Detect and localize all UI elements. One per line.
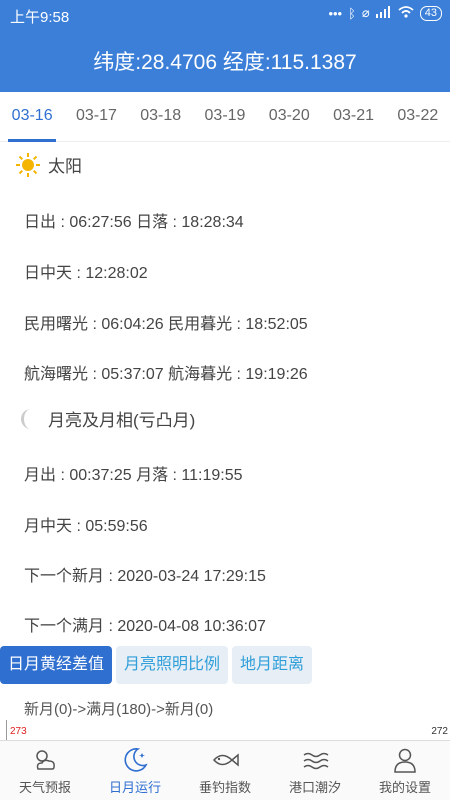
tab-moon-illumination[interactable]: 月亮照明比例: [116, 646, 229, 684]
nav-fishing[interactable]: 垂钓指数: [180, 741, 270, 800]
bluetooth-icon: ᛒ: [348, 5, 356, 21]
fish-icon: [212, 753, 239, 767]
tab-earth-moon-distance[interactable]: 地月距离: [232, 646, 313, 684]
nav-fishing-label: 垂钓指数: [198, 780, 251, 795]
chart-label-left: 273: [10, 726, 27, 737]
moon-phase-icon: [16, 407, 40, 431]
chart-tabs: 日月黄经差值 月亮照明比例 地月距离: [0, 646, 313, 684]
weather-icon: [36, 750, 55, 770]
status-time: 上午9:58: [10, 9, 70, 26]
alarm-icon: ⌀: [361, 5, 370, 20]
tab-date-0321[interactable]: 03-21: [321, 92, 385, 141]
status-icons: ••• ᛒ ⌀ 43: [328, 5, 442, 21]
location-header: 纬度:28.4706 经度:115.1387: [0, 30, 450, 92]
sun-title: 太阳: [48, 157, 82, 176]
wifi-icon: [398, 5, 414, 21]
nav-settings[interactable]: 我的设置: [360, 741, 450, 800]
moon-title: 月亮及月相(亏凸月): [48, 411, 196, 430]
next-new-moon: 下一个新月 : 2020-03-24 17:29:15: [24, 568, 266, 585]
user-icon: [394, 748, 416, 773]
tab-date-0319[interactable]: 03-19: [193, 92, 257, 141]
tab-date-0320[interactable]: 03-20: [257, 92, 321, 141]
next-full-moon: 下一个满月 : 2020-04-08 10:36:07: [24, 618, 266, 635]
tab-date-0317[interactable]: 03-17: [64, 92, 128, 141]
date-tabs: 03-16 03-17 03-18 03-19 03-20 03-21 03-2…: [0, 92, 450, 142]
tab-date-0322[interactable]: 03-22: [386, 92, 450, 141]
nav-sun-moon-label: 日月运行: [108, 780, 161, 795]
coordinates-title: 纬度:28.4706 经度:115.1387: [93, 51, 357, 74]
nav-weather-label: 天气预报: [18, 780, 71, 795]
civil-twilight: 民用曙光 : 06:04:26 民用暮光 : 18:52:05: [24, 316, 308, 333]
nav-tide-label: 港口潮汐: [288, 780, 341, 795]
signal-icon: [375, 5, 392, 21]
sunrise-sunset: 日出 : 06:27:56 日落 : 18:28:34: [24, 214, 244, 231]
sun-section-title: 太阳: [16, 152, 82, 177]
battery-indicator: 43: [419, 5, 442, 21]
moon-section-title: 月亮及月相(亏凸月): [16, 406, 195, 431]
solar-noon: 日中天 : 12:28:02: [24, 265, 148, 282]
nav-tide[interactable]: 港口潮汐: [270, 741, 360, 800]
chart-caption: 新月(0)->满月(180)->新月(0): [24, 701, 214, 718]
moon-icon: [124, 748, 148, 772]
nav-weather[interactable]: 天气预报: [0, 741, 90, 800]
more-dots-icon: •••: [328, 5, 343, 21]
tide-icon: [303, 752, 329, 770]
chart-area: 273 272: [0, 720, 450, 740]
moonrise-moonset: 月出 : 00:37:25 月落 : 11:19:55: [24, 467, 243, 484]
bottom-nav: 天气预报 日月运行 垂钓指数 港口潮汐 我的设置: [0, 740, 450, 800]
sun-icon: [16, 152, 40, 177]
nav-settings-label: 我的设置: [378, 780, 431, 795]
nautical-twilight: 航海曙光 : 05:37:07 航海暮光 : 19:19:26: [24, 366, 308, 383]
status-bar: 上午9:58 ••• ᛒ ⌀ 43: [0, 0, 450, 30]
nav-sun-moon[interactable]: 日月运行: [90, 741, 180, 800]
moon-transit: 月中天 : 05:59:56: [24, 518, 148, 535]
chart-label-right: 272: [431, 726, 448, 737]
tab-date-0318[interactable]: 03-18: [129, 92, 193, 141]
tab-date-0316[interactable]: 03-16: [0, 92, 64, 142]
chart-axis: [6, 720, 7, 740]
tab-ecliptic-longitude-diff[interactable]: 日月黄经差值: [0, 646, 113, 684]
